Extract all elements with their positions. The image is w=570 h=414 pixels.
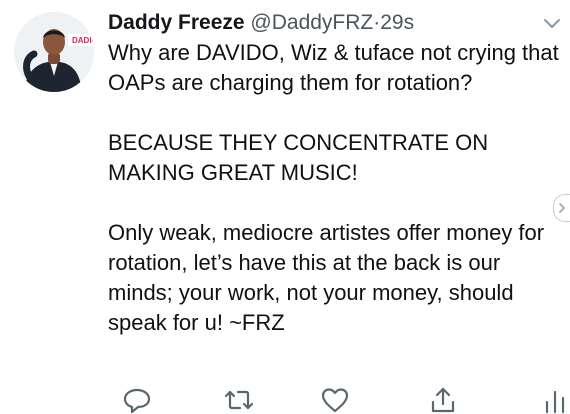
tweet-paragraph: BECAUSE THEY CONCENTRATE ON MAKING GREAT… <box>108 130 489 185</box>
analytics-icon[interactable] <box>540 386 570 414</box>
tweet-paragraph: Why are DAVIDO, Wiz & tuface not crying … <box>108 40 559 95</box>
chevron-right-icon[interactable] <box>553 194 570 222</box>
avatar-image: DADIO <box>14 12 94 92</box>
tweet-card[interactable]: DADIO Daddy Freeze @DaddyFRZ·29s Why are… <box>0 0 570 414</box>
tweet-text: Why are DAVIDO, Wiz & tuface not crying … <box>108 38 560 338</box>
timestamp[interactable]: 29s <box>380 11 414 34</box>
chevron-down-icon[interactable] <box>540 12 564 34</box>
tweet-header: Daddy Freeze @DaddyFRZ·29s <box>108 6 530 40</box>
share-icon[interactable] <box>428 386 458 414</box>
tweet-actions <box>108 384 570 414</box>
retweet-icon[interactable] <box>224 386 254 414</box>
user-handle[interactable]: @DaddyFRZ <box>250 11 373 34</box>
reply-icon[interactable] <box>122 386 152 414</box>
avatar[interactable]: DADIO <box>14 12 94 92</box>
heart-icon[interactable] <box>320 386 350 414</box>
display-name[interactable]: Daddy Freeze <box>108 11 245 34</box>
avatar-logo-text: DADIO <box>72 36 94 45</box>
tweet-paragraph: Only weak, mediocre artistes offer money… <box>108 220 545 335</box>
